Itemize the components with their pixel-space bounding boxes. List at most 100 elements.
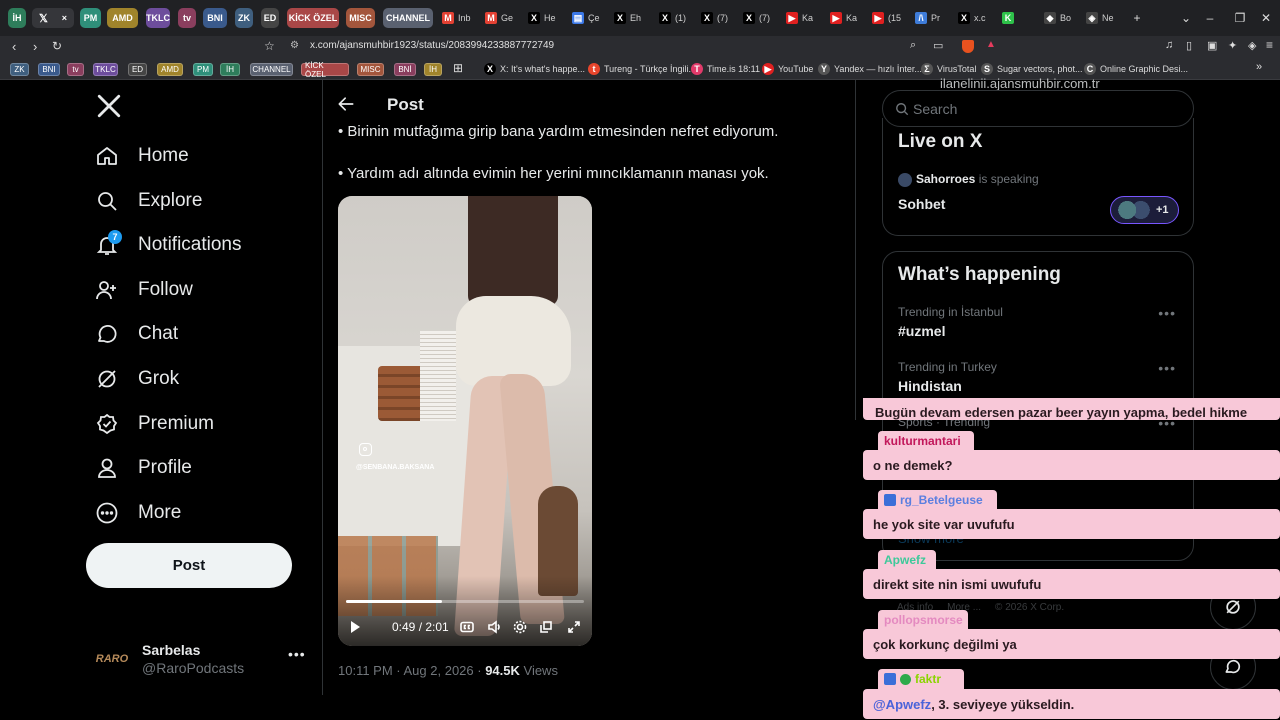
page-tab-12[interactable]: Xx.c: [958, 9, 996, 27]
page-tab-1[interactable]: M Ge: [485, 9, 523, 27]
page-tab-11[interactable]: /\ Pr: [915, 9, 953, 27]
bookmark-group-9[interactable]: KİCK ÖZEL: [301, 61, 349, 79]
nav-item-follow[interactable]: Follow: [94, 272, 193, 308]
cast-icon[interactable]: ▭: [933, 39, 943, 52]
bookmark-group-2[interactable]: tv: [67, 63, 84, 76]
bookmark-group-12[interactable]: İH: [424, 63, 442, 76]
bookmark-group-1[interactable]: BNI: [38, 63, 60, 76]
bookmark-link-3[interactable]: ▶ YouTube: [762, 62, 813, 76]
trend-item[interactable]: Trending in İstanbul #uzmel •••: [898, 305, 1188, 339]
play-icon[interactable]: [345, 617, 365, 637]
bookmark-link-0[interactable]: X X: It's what's happe...: [484, 62, 585, 76]
bookmark-group-10[interactable]: MISC: [357, 63, 384, 76]
url-field[interactable]: x.com/ajansmuhbir1923/status/20839942338…: [310, 40, 554, 51]
forward-icon[interactable]: ›: [33, 39, 37, 54]
sidebar-toggle-icon[interactable]: ▯: [1186, 39, 1192, 52]
tab-group-5[interactable]: BNI: [203, 8, 227, 28]
restore-icon[interactable]: ❐: [1232, 10, 1248, 26]
page-tab-6[interactable]: X (7): [701, 9, 739, 27]
wallet-icon[interactable]: ▣: [1207, 39, 1217, 52]
live-space-title[interactable]: Sohbet: [898, 196, 945, 212]
nav-item-explore[interactable]: Explore: [94, 183, 202, 219]
trend-item[interactable]: Trending in Turkey Hindistan •••: [898, 360, 1188, 394]
minimize-icon[interactable]: –: [1202, 10, 1218, 26]
bookmark-group-8[interactable]: CHANNEL: [250, 63, 293, 76]
trend-more-icon[interactable]: •••: [1158, 305, 1176, 321]
video-progress-track[interactable]: [346, 600, 584, 603]
bookmark-group-5[interactable]: AMD: [157, 63, 183, 76]
page-tab-4[interactable]: X Eh: [614, 9, 652, 27]
back-icon[interactable]: ‹: [12, 39, 16, 54]
active-tab[interactable]: 𝕏 ×: [32, 8, 74, 28]
page-tab-7[interactable]: X (7): [743, 9, 781, 27]
back-arrow-icon[interactable]: [336, 94, 358, 116]
apps-grid-icon[interactable]: ⊞: [453, 61, 463, 75]
page-tab-15[interactable]: ◈ Ne: [1086, 9, 1124, 27]
tab-group-8[interactable]: KİCK ÖZEL: [287, 8, 339, 28]
page-tab-9[interactable]: ▶ Ka: [830, 9, 868, 27]
tab-group-10[interactable]: CHANNEL: [383, 8, 433, 28]
site-info-icon[interactable]: ⚙: [290, 40, 299, 51]
tab-group-4[interactable]: tv: [178, 8, 196, 28]
live-listeners-pill[interactable]: +1: [1110, 196, 1179, 224]
close-tab-icon[interactable]: ×: [62, 13, 67, 23]
bookmark-link-2[interactable]: T Time.is 18:11: [691, 62, 760, 76]
tab-group-6[interactable]: ZK: [235, 8, 253, 28]
nav-item-profile[interactable]: Profile: [94, 450, 192, 486]
extension-icon[interactable]: ✦: [1228, 39, 1237, 52]
page-tab-10[interactable]: ▶ (15: [872, 9, 910, 27]
tab-group-9[interactable]: MISC: [346, 8, 375, 28]
x-logo[interactable]: [96, 93, 122, 119]
nav-item-chat[interactable]: Chat: [94, 316, 178, 352]
new-tab-icon[interactable]: +: [1129, 10, 1145, 26]
tab-group-0[interactable]: İH: [8, 8, 26, 28]
page-tab-5[interactable]: X (1): [659, 9, 697, 27]
nav-item-notifications[interactable]: 7 Notifications: [94, 227, 242, 263]
bookmark-group-11[interactable]: BNİ: [394, 63, 416, 76]
bookmark-star-icon[interactable]: ☆: [264, 39, 275, 53]
reload-icon[interactable]: ↻: [52, 39, 62, 53]
media-icon[interactable]: ♫: [1165, 39, 1173, 51]
account-switcher[interactable]: RARO Sarbelas @RaroPodcasts •••: [94, 638, 308, 682]
post-timestamp[interactable]: 10:11 PM · Aug 2, 2026 ·: [338, 663, 485, 678]
brave-rewards-icon[interactable]: ▲: [986, 39, 996, 50]
fullscreen-icon[interactable]: [564, 617, 584, 637]
captions-icon[interactable]: [457, 617, 477, 637]
tab-group-1[interactable]: PM: [80, 8, 101, 28]
post-button[interactable]: Post: [86, 543, 292, 588]
volume-icon[interactable]: [485, 617, 505, 637]
page-tab-3[interactable]: ▤ Çe: [572, 9, 610, 27]
bookmarks-overflow-icon[interactable]: »: [1256, 61, 1262, 73]
page-tab-8[interactable]: ▶ Ka: [786, 9, 824, 27]
page-tab-2[interactable]: X He: [528, 9, 566, 27]
tab-search-icon[interactable]: ⌄: [1178, 10, 1194, 26]
bookmark-group-4[interactable]: ED: [128, 63, 147, 76]
bookmark-group-0[interactable]: ZK: [10, 63, 29, 76]
bookmark-group-7[interactable]: İH: [220, 63, 240, 76]
bookmark-link-5[interactable]: Σ VirusTotal: [921, 62, 976, 76]
nav-item-more[interactable]: More: [94, 495, 181, 531]
brave-shield-icon[interactable]: [962, 40, 974, 53]
page-tab-13[interactable]: K: [1002, 9, 1040, 27]
video-player[interactable]: @SENBANA.BAKSANA: [338, 196, 592, 646]
bookmark-link-4[interactable]: Y Yandex — hızlı İnter...: [818, 62, 922, 76]
menu-icon[interactable]: ≡: [1266, 38, 1273, 52]
nav-item-home[interactable]: Home: [94, 138, 189, 174]
zoom-icon[interactable]: ⌕: [910, 39, 916, 52]
tab-group-3[interactable]: TKLC: [146, 8, 170, 28]
tab-group-2[interactable]: AMD: [107, 8, 138, 28]
page-tab-14[interactable]: ◆ Bo: [1044, 9, 1082, 27]
bookmark-link-6[interactable]: S Sugar vectors, phot...: [981, 62, 1083, 76]
account-more-icon[interactable]: •••: [288, 646, 306, 662]
live-host[interactable]: Sahorroes is speaking: [916, 172, 1039, 186]
bookmark-group-3[interactable]: TKLC: [93, 63, 118, 76]
pip-icon[interactable]: [536, 617, 556, 637]
nav-item-grok[interactable]: Grok: [94, 361, 179, 397]
nav-item-premium[interactable]: Premium: [94, 406, 214, 442]
bookmark-link-7[interactable]: C Online Graphic Desi...: [1084, 62, 1188, 76]
page-tab-0[interactable]: M Inb: [442, 9, 480, 27]
close-window-icon[interactable]: ✕: [1258, 10, 1274, 26]
bookmark-link-1[interactable]: t Tureng - Türkçe İngili...: [588, 62, 696, 76]
vpn-icon[interactable]: ◈: [1248, 39, 1256, 52]
trend-more-icon[interactable]: •••: [1158, 360, 1176, 376]
